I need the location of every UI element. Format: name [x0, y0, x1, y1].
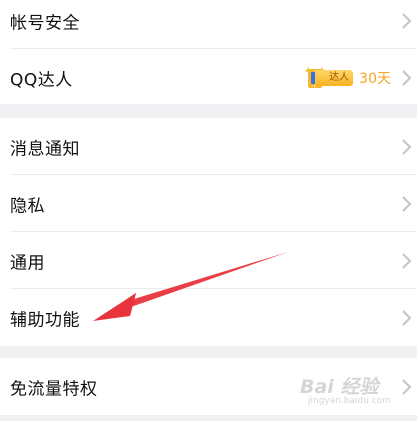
chevron-right-icon: [402, 12, 412, 29]
chevron-right-icon: [402, 195, 412, 212]
baidu-watermark: Bai 经验 jingyan.baidu.com: [300, 372, 412, 412]
talent-tag-text: 达人: [315, 69, 354, 86]
row-label: 隐私: [10, 196, 45, 216]
settings-row-qq-talent[interactable]: QQ达人 达人 30天: [0, 49, 417, 106]
row-label: 消息通知: [10, 139, 80, 159]
watermark-text: Bai 经验: [300, 376, 379, 398]
row-label: QQ达人: [10, 70, 73, 90]
settings-group-general: 消息通知 隐私 通用 辅助功能: [0, 118, 417, 346]
settings-row-privacy[interactable]: 隐私: [0, 175, 417, 232]
settings-row-account-security[interactable]: 帐号安全: [0, 0, 417, 49]
chevron-right-icon: [402, 309, 412, 326]
chevron-right-icon: [402, 69, 412, 86]
watermark-sub: jingyan.baidu.com: [308, 396, 392, 406]
settings-row-notifications[interactable]: 消息通知: [0, 118, 417, 175]
qq-talent-badge: 达人 30天: [303, 66, 391, 88]
row-label: 帐号安全: [10, 13, 80, 33]
chevron-right-icon: [402, 138, 412, 155]
row-label: 通用: [10, 253, 45, 273]
chevron-right-icon: [402, 252, 412, 269]
talent-days: 30天: [359, 70, 391, 87]
talent-tag: 达人: [303, 66, 354, 88]
row-label: 免流量特权: [10, 379, 98, 399]
settings-group-account: 帐号安全 QQ达人 达人 30天: [0, 0, 417, 104]
settings-row-general[interactable]: 通用: [0, 232, 417, 289]
row-label: 辅助功能: [10, 310, 80, 330]
settings-row-accessibility[interactable]: 辅助功能: [0, 289, 417, 346]
